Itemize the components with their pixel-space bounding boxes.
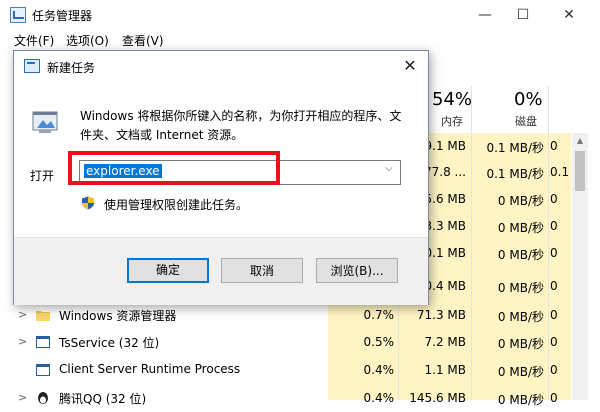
table-row[interactable]: Client Server Runtime Process 0.4% 1.1 M… — [0, 358, 572, 384]
dialog-title: 新建任务 — [47, 61, 96, 75]
ok-button[interactable]: 确定 — [127, 258, 209, 283]
network-cell: 0 — [550, 308, 558, 322]
tm-title: 任务管理器 — [32, 9, 93, 23]
disk-cell: 0 MB/秒 — [497, 248, 544, 262]
run-dialog: 新建任务 ✕ Windows 将根据你所键入的名称，为你打开相应的程序、文件夹、… — [13, 50, 429, 305]
disk-cell: 0 MB/秒 — [497, 221, 544, 235]
tm-titlebar: 任务管理器 — ☐ ✕ — [0, 0, 600, 30]
tm-menubar: 文件(F) 选项(O) 查看(V) — [0, 30, 600, 50]
network-cell: 0 — [550, 391, 558, 405]
chevron-down-icon[interactable]: ⌵ — [385, 163, 393, 174]
table-row[interactable]: > TsService (32 位) 0.5% 7.2 MB 0 MB/秒 0 — [0, 330, 572, 356]
disk-cell: 0.1 MB/秒 — [486, 141, 544, 155]
disk-label: 磁盘 — [515, 115, 537, 128]
dialog-close-button[interactable]: ✕ — [398, 55, 422, 77]
network-cell: 0 — [550, 219, 558, 233]
network-cell: 0 — [550, 246, 558, 260]
admin-note: 使用管理权限创建此任务。 — [104, 198, 249, 212]
network-cell: 0 — [550, 335, 558, 349]
menu-file[interactable]: 文件(F) — [14, 32, 54, 49]
cpu-cell: 0.4% — [363, 391, 395, 405]
folder-icon — [36, 311, 50, 321]
menu-view[interactable]: 查看(V) — [122, 32, 164, 49]
cpu-cell: 0.5% — [363, 335, 395, 349]
table-row[interactable]: > Windows 资源管理器 0.7% 71.3 MB 0 MB/秒 0 — [0, 303, 572, 329]
network-cell: 0 — [550, 363, 558, 377]
memory-percent: 54% — [432, 89, 473, 110]
memory-cell: 1.1 MB — [424, 363, 466, 377]
process-name: Windows 资源管理器 — [59, 309, 177, 323]
expand-chevron-icon[interactable]: > — [18, 391, 27, 404]
annotation-highlight-box — [68, 151, 280, 185]
disk-percent: 0% — [514, 89, 543, 110]
network-cell: 0.1 — [550, 165, 570, 179]
memory-cell: 145.6 MB — [409, 391, 466, 405]
expand-chevron-icon[interactable]: > — [18, 335, 27, 348]
network-cell: 0 — [550, 139, 558, 153]
browse-button[interactable]: 浏览(B)... — [316, 258, 398, 283]
disk-cell: 0 MB/秒 — [497, 194, 544, 208]
task-manager-icon — [10, 7, 26, 23]
window-icon — [36, 336, 50, 348]
disk-cell: 0 MB/秒 — [497, 337, 544, 351]
close-button[interactable]: ✕ — [546, 0, 592, 30]
window-icon — [36, 364, 50, 376]
run-program-icon — [32, 111, 58, 133]
maximize-button[interactable]: ☐ — [500, 0, 546, 30]
process-name: TsService (32 位) — [59, 336, 160, 350]
qq-penguin-icon — [38, 392, 48, 404]
disk-cell: 0 MB/秒 — [497, 310, 544, 324]
memory-label: 内存 — [441, 115, 463, 128]
cancel-button[interactable]: 取消 — [221, 258, 303, 283]
disk-cell: 0.1 MB/秒 — [486, 167, 544, 181]
uac-shield-icon — [82, 196, 94, 210]
cpu-cell: 0.7% — [363, 308, 395, 322]
network-cell: 0 — [550, 279, 558, 293]
run-dialog-icon — [24, 59, 40, 73]
process-name: 腾讯QQ (32 位) — [59, 392, 147, 406]
cpu-cell: 0.4% — [363, 363, 395, 377]
disk-cell: 0 MB/秒 — [497, 365, 544, 379]
dialog-description: Windows 将根据你所键入的名称，为你打开相应的程序、文件夹、文档或 Int… — [80, 109, 402, 142]
scroll-thumb[interactable] — [575, 151, 585, 191]
vertical-scrollbar[interactable]: ▲ — [572, 133, 588, 400]
dialog-footer: 确定 取消 浏览(B)... — [14, 237, 428, 305]
menu-options[interactable]: 选项(O) — [66, 32, 109, 49]
memory-cell: 7.2 MB — [424, 335, 466, 349]
open-label: 打开 — [30, 169, 55, 183]
network-cell: 0 — [550, 192, 558, 206]
disk-cell: 0 MB/秒 — [497, 281, 544, 295]
expand-chevron-icon[interactable]: > — [18, 308, 27, 321]
table-row[interactable]: > 腾讯QQ (32 位) 0.4% 145.6 MB 0 MB/秒 0 — [0, 386, 572, 412]
dialog-titlebar[interactable]: 新建任务 ✕ — [14, 51, 428, 81]
memory-cell: 71.3 MB — [416, 308, 466, 322]
scroll-up-arrow-icon[interactable]: ▲ — [572, 133, 588, 149]
process-name: Client Server Runtime Process — [59, 362, 241, 376]
